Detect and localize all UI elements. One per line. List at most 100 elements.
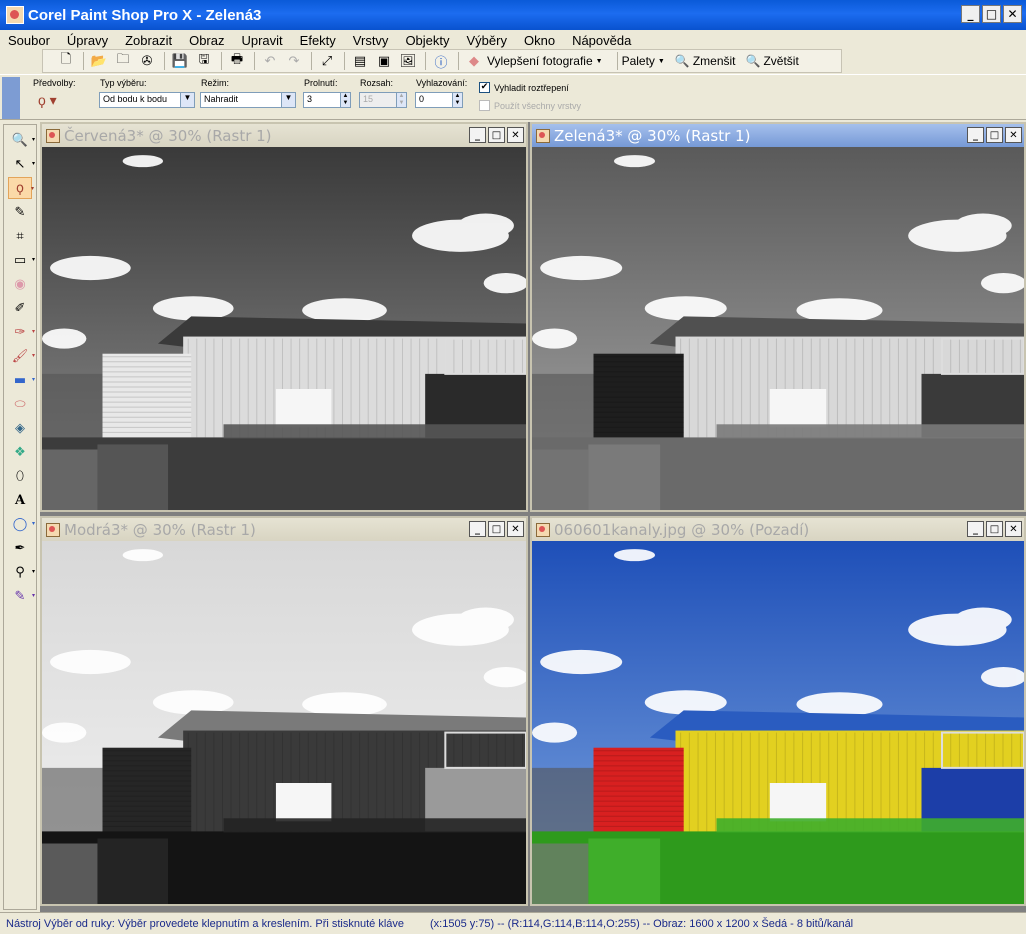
save-icon[interactable]: 💾 (169, 51, 191, 71)
zoom-out-button[interactable]: 🔍 Zmenšit (675, 54, 736, 68)
doc-close-button[interactable]: ✕ (1005, 127, 1022, 143)
undo-icon[interactable]: ↶ (259, 51, 281, 71)
document-canvas[interactable] (532, 147, 1024, 510)
layers-icon[interactable]: ▤ (349, 51, 371, 71)
pen-icon[interactable]: ✒ (8, 537, 32, 559)
menu-upravy[interactable]: Úpravy (67, 33, 108, 48)
crop-icon[interactable]: ⌗ (8, 225, 32, 247)
menu-vrstvy[interactable]: Vrstvy (353, 33, 389, 48)
tool-options-palette: Předvolby: ϙ ▾ Typ výběru: Od bodu k bod… (0, 74, 1026, 120)
doc-close-button[interactable]: ✕ (507, 127, 524, 143)
document-window-green[interactable]: Zelená3* @ 30% (Rastr 1) _ □ ✕ (530, 122, 1026, 512)
redeye-icon[interactable]: ◉ (8, 273, 32, 295)
menu-upravit[interactable]: Upravit (241, 33, 282, 48)
range-label: Rozsah: (360, 78, 394, 88)
document-title-bar[interactable]: Červená3* @ 30% (Rastr 1) _ □ ✕ (42, 124, 526, 147)
art-media-icon[interactable]: ✎ ▾ (8, 585, 35, 607)
menu-napoveda[interactable]: Nápověda (572, 33, 631, 48)
menu-obraz[interactable]: Obraz (189, 33, 224, 48)
doc-minimize-button[interactable]: _ (967, 521, 984, 537)
scan-icon[interactable]: ✇ (136, 51, 158, 71)
fill-icon[interactable]: ◈ (8, 417, 32, 439)
doc-maximize-button[interactable]: □ (986, 521, 1003, 537)
menu-objekty[interactable]: Objekty (405, 33, 449, 48)
menu-efekty[interactable]: Efekty (300, 33, 336, 48)
open-icon[interactable]: 📂 (88, 51, 110, 71)
browse-icon[interactable]: 🗀 (112, 51, 134, 71)
doc-maximize-button[interactable]: □ (986, 127, 1003, 143)
text-icon[interactable]: A (8, 489, 32, 511)
image-icon[interactable]: 🖼 (397, 51, 419, 71)
document-icon (46, 128, 60, 143)
feather-label: Prolnutí: (304, 78, 338, 88)
palettes-menu[interactable]: Palety ▼ (622, 54, 665, 68)
smoothing-label: Vyhlazování: (416, 78, 468, 88)
mode-select[interactable]: Nahradit ▼ (200, 92, 296, 108)
palette-grip[interactable] (2, 77, 20, 119)
new-file-icon[interactable]: 🗋 (55, 51, 77, 71)
zoom-in-button[interactable]: 🔍 Zvětšit (746, 54, 799, 68)
print-icon[interactable]: 🖶 (226, 51, 248, 71)
resize-icon[interactable]: ⤢ (316, 51, 338, 71)
doc-minimize-button[interactable]: _ (469, 127, 486, 143)
menu-bar: Soubor Úpravy Zobrazit Obraz Upravit Efe… (0, 30, 1026, 50)
document-canvas[interactable] (42, 147, 526, 510)
range-spinbox[interactable]: 15 ▲ ▼ (359, 92, 407, 108)
doc-maximize-button[interactable]: □ (488, 521, 505, 537)
paint-brush-icon[interactable]: 🖌 ▾ (8, 345, 35, 367)
doc-close-button[interactable]: ✕ (507, 521, 524, 537)
document-window-original[interactable]: 060601kanaly.jpg @ 30% (Pozadí) _ □ ✕ (530, 516, 1026, 906)
document-icon (536, 522, 550, 537)
document-window-blue[interactable]: Modrá3* @ 30% (Rastr 1) _ □ ✕ (40, 516, 528, 906)
clone-icon[interactable]: ✐ (8, 297, 32, 319)
menu-vybery[interactable]: Výběry (467, 33, 507, 48)
all-layers-label: Použít všechny vrstvy (494, 101, 582, 111)
document-title-bar[interactable]: Zelená3* @ 30% (Rastr 1) _ □ ✕ (532, 124, 1024, 147)
minimize-button[interactable]: _ (961, 5, 980, 23)
document-window-red[interactable]: Červená3* @ 30% (Rastr 1) _ □ ✕ (40, 122, 528, 512)
document-title-bar[interactable]: Modrá3* @ 30% (Rastr 1) _ □ ✕ (42, 518, 526, 541)
close-button[interactable]: ✕ (1003, 5, 1022, 23)
save-as-icon[interactable]: 🖫 (193, 51, 215, 71)
picture-tube-icon[interactable]: ❖ (8, 441, 32, 463)
scratch-remover-icon[interactable]: ✑ ▾ (8, 321, 35, 343)
doc-minimize-button[interactable]: _ (469, 521, 486, 537)
preset-shape-icon[interactable]: ◯ ▾ (8, 513, 35, 535)
eraser-icon[interactable]: ⬭ (8, 393, 32, 415)
warp-brush-icon[interactable]: ⚲ ▾ (8, 561, 35, 583)
info-icon[interactable]: ⓘ (430, 51, 452, 71)
selection-type-select[interactable]: Od bodu k bodu ▼ (99, 92, 195, 108)
workspace: Červená3* @ 30% (Rastr 1) _ □ ✕ Zelená3* @… (40, 122, 1026, 912)
smoothing-spinbox[interactable]: 0 ▲ ▼ (415, 92, 463, 108)
title-bar: Corel Paint Shop Pro X - Zelená3 _ □ ✕ (0, 0, 1026, 30)
doc-minimize-button[interactable]: _ (967, 127, 984, 143)
antialias-checkbox[interactable]: ✔ (479, 82, 490, 93)
doc-maximize-button[interactable]: □ (488, 127, 505, 143)
retouch-icon[interactable]: ⬯ (8, 465, 32, 487)
menu-soubor[interactable]: Soubor (8, 33, 50, 48)
doc-close-button[interactable]: ✕ (1005, 521, 1022, 537)
all-layers-checkbox[interactable] (479, 100, 490, 111)
document-title-bar[interactable]: 060601kanaly.jpg @ 30% (Pozadí) _ □ ✕ (532, 518, 1024, 541)
zoom-icon[interactable]: 🔍 ▾ (8, 129, 35, 151)
maximize-button[interactable]: □ (982, 5, 1001, 23)
lasso-preset-icon[interactable]: ϙ ▾ (38, 92, 57, 109)
app-icon (6, 6, 24, 24)
standard-toolbar: 🗋 📂 🗀 ✇ 💾 🖫 🖶 ↶ ↷ ⤢ ▤ ▣ 🖼 ⓘ ◆ Vylepšení … (42, 49, 842, 73)
freehand-selection-icon[interactable]: ϙ ▾ (8, 177, 34, 199)
menu-okno[interactable]: Okno (524, 33, 555, 48)
antialias-label: Vyhladit roztřepení (494, 83, 569, 93)
dropper-icon[interactable]: ✎ (8, 201, 32, 223)
redo-icon[interactable]: ↷ (283, 51, 305, 71)
pick-icon[interactable]: ↖ ▾ (8, 153, 35, 175)
eraser-toolbar-icon[interactable]: ◆ (463, 51, 485, 71)
photo-enhance-menu[interactable]: Vylepšení fotografie ▼ (487, 54, 603, 68)
document-icon (536, 128, 550, 143)
feather-spinbox[interactable]: 3 ▲ ▼ (303, 92, 351, 108)
learning-center-icon[interactable]: ▣ (373, 51, 395, 71)
document-canvas[interactable] (42, 541, 526, 904)
lighten-darken-icon[interactable]: ▬ ▾ (8, 369, 35, 391)
straighten-icon[interactable]: ▭ ▾ (8, 249, 35, 271)
menu-zobrazit[interactable]: Zobrazit (125, 33, 172, 48)
document-canvas[interactable] (532, 541, 1024, 904)
